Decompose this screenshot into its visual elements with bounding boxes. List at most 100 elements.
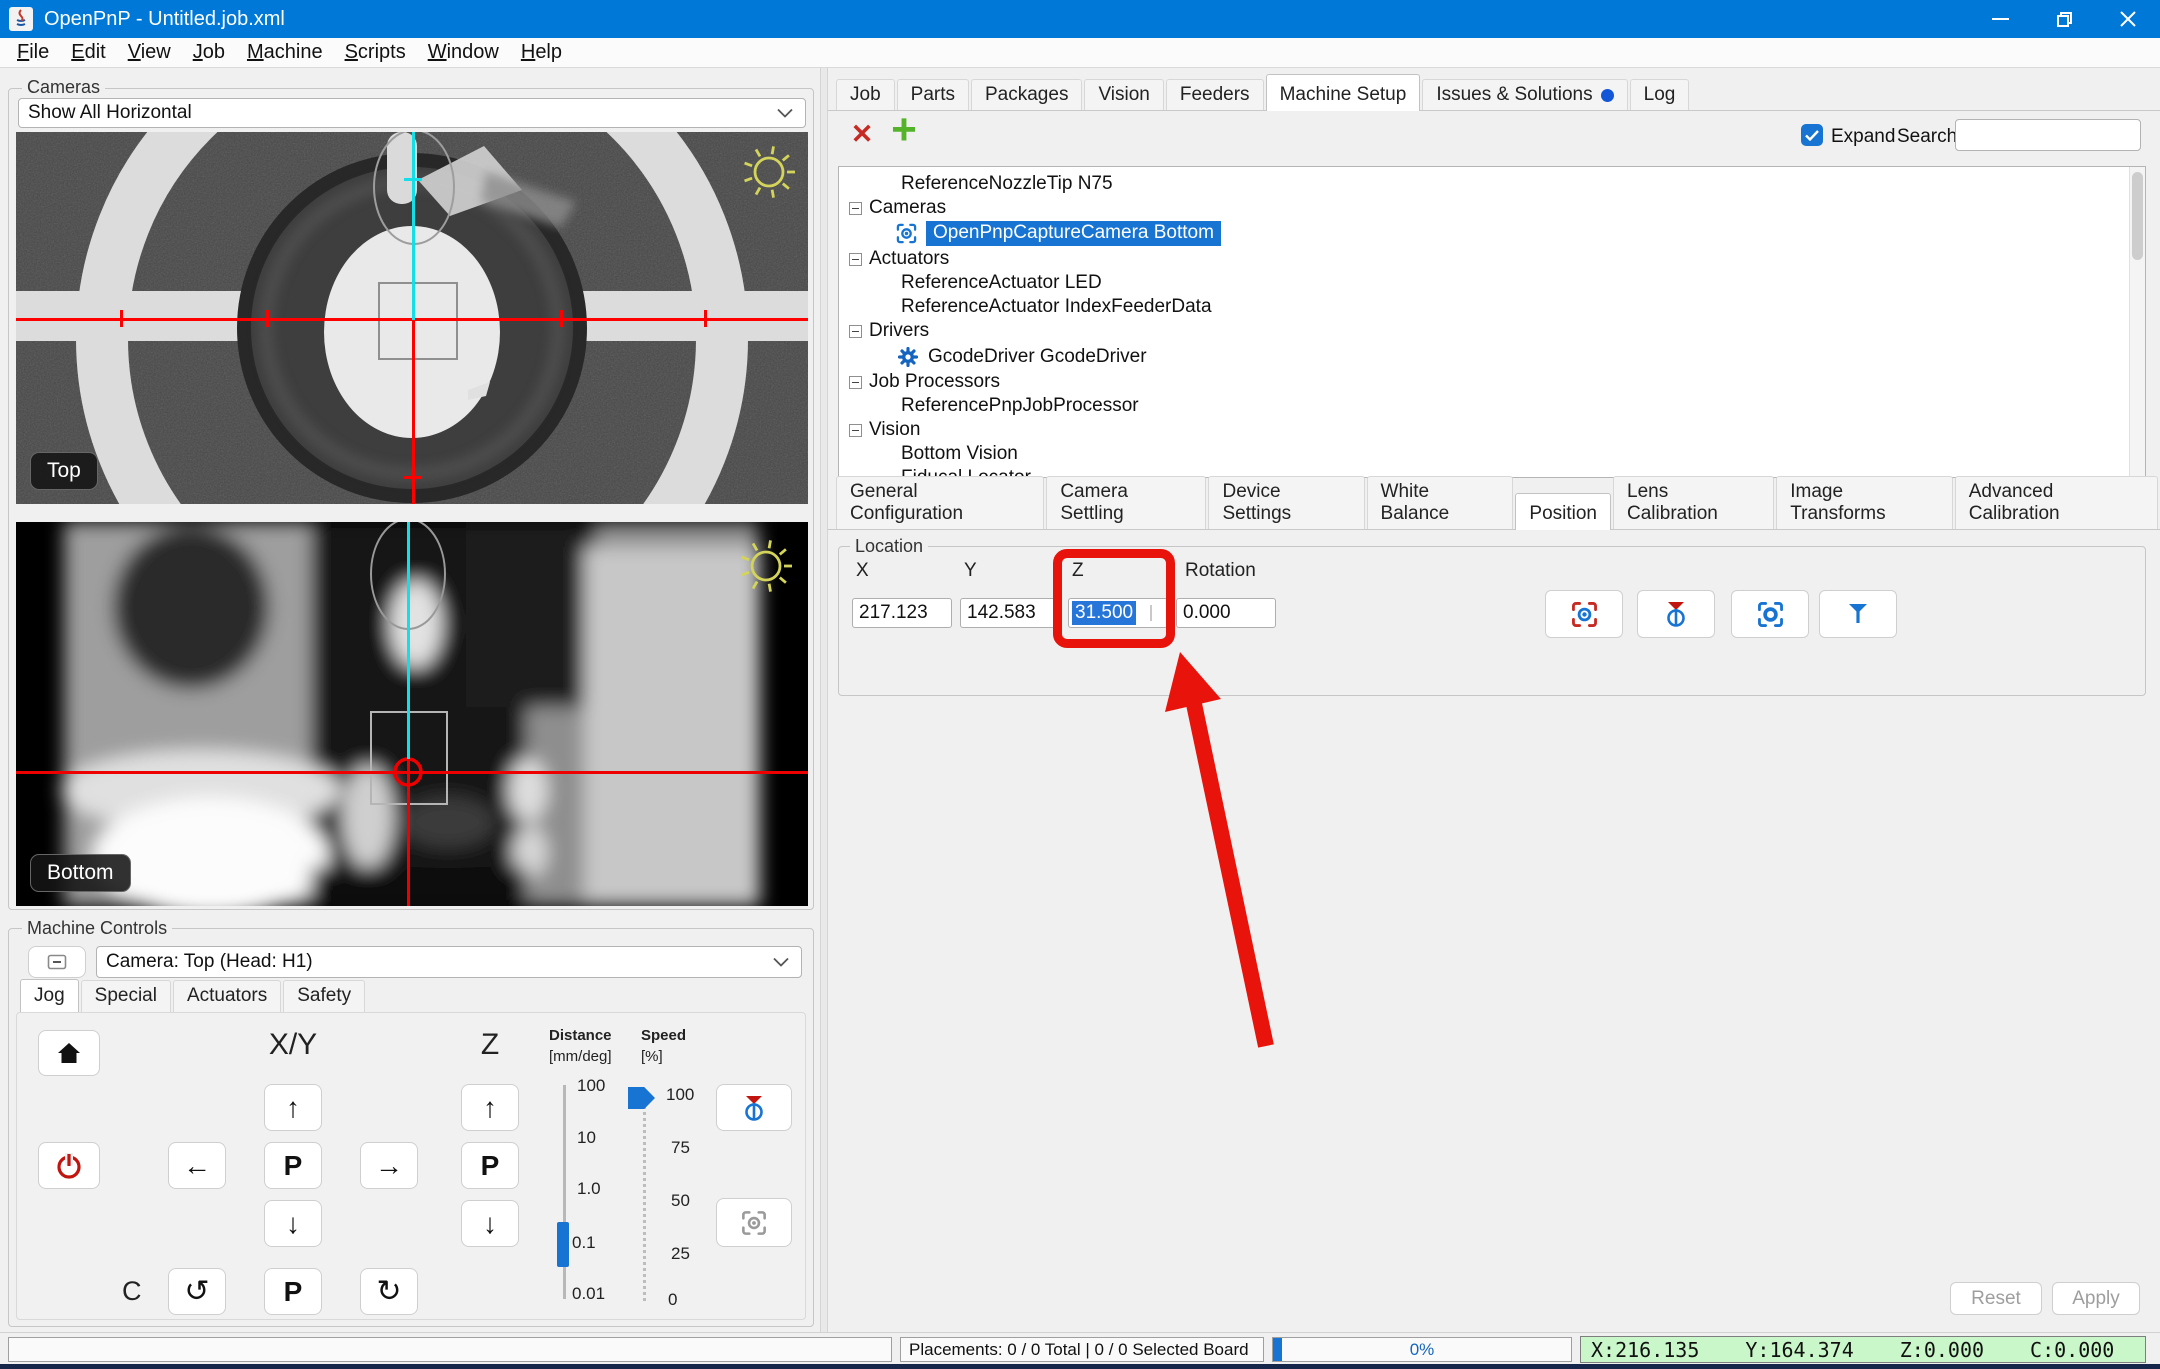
jog-y-minus-button[interactable]: ↓: [264, 1200, 322, 1247]
menu-machine[interactable]: Machine: [236, 38, 334, 68]
distance-tick-0p1: 0.1: [572, 1233, 596, 1252]
top-camera-image: [16, 132, 808, 504]
menu-view[interactable]: View: [117, 38, 182, 68]
tab-issues-solutions[interactable]: Issues & Solutions: [1422, 79, 1628, 111]
minimize-button[interactable]: [1968, 0, 2032, 38]
reset-button[interactable]: Reset: [1950, 1282, 2042, 1315]
subtab-lens-calibration[interactable]: Lens Calibration: [1613, 476, 1775, 530]
park-nozzle-button[interactable]: [716, 1084, 792, 1131]
menu-edit[interactable]: Edit: [60, 38, 116, 68]
jog-x-plus-button[interactable]: →: [360, 1142, 418, 1189]
park-c-button[interactable]: P: [264, 1268, 322, 1315]
subtab-general-configuration[interactable]: General Configuration: [836, 476, 1045, 530]
tree-item-cameras[interactable]: Cameras: [839, 196, 2145, 220]
tree-item-label-selected: OpenPnpCaptureCamera Bottom: [926, 221, 1221, 246]
dro-z: Z:0.000: [1899, 1337, 1985, 1362]
z-position-input[interactable]: 31.500: [1068, 598, 1168, 628]
capture-nozzle-location-button[interactable]: [1819, 590, 1897, 638]
tab-packages[interactable]: Packages: [971, 79, 1083, 111]
subtab-camera-settling[interactable]: Camera Settling: [1046, 476, 1207, 530]
y-position-input[interactable]: 142.583: [960, 598, 1060, 628]
tree-item-actuators[interactable]: Actuators: [839, 247, 2145, 271]
jog-z-minus-button[interactable]: ↓: [461, 1200, 519, 1247]
distance-label: Distance: [549, 1027, 612, 1044]
subtab-advanced-calibration[interactable]: Advanced Calibration: [1954, 476, 2158, 530]
tree-item-gcodedriver[interactable]: GcodeDriver GcodeDriver: [839, 343, 2145, 370]
collapse-controls-button[interactable]: [28, 946, 86, 978]
tab-job[interactable]: Job: [836, 79, 895, 111]
subtab-image-transforms[interactable]: Image Transforms: [1776, 476, 1953, 530]
search-input[interactable]: [1955, 119, 2141, 151]
tree-scrollbar-thumb[interactable]: [2132, 172, 2143, 260]
subtab-position[interactable]: Position: [1515, 493, 1612, 530]
tree-item-vision[interactable]: Vision: [839, 418, 2145, 442]
jog-c-cw-button[interactable]: ↻: [360, 1268, 418, 1315]
tab-safety[interactable]: Safety: [283, 980, 366, 1012]
tree-item-label: ReferenceNozzleTip N75: [901, 173, 1113, 194]
tab-jog[interactable]: Jog: [20, 979, 79, 1012]
panel-splitter[interactable]: [820, 68, 828, 1332]
delete-item-button[interactable]: ✕: [845, 117, 879, 151]
park-xy-button[interactable]: P: [264, 1142, 322, 1189]
status-message-field: [8, 1337, 892, 1362]
tree-item-bottom-vision[interactable]: Bottom Vision: [839, 442, 2145, 466]
collapse-expander-icon[interactable]: [849, 375, 862, 389]
camera-reticle-icon: [742, 1210, 766, 1235]
add-item-button[interactable]: +: [885, 105, 923, 154]
subtab-white-balance[interactable]: White Balance: [1366, 476, 1514, 530]
camera-view-selector[interactable]: Show All Horizontal: [18, 98, 806, 128]
main-tab-bar: Job Parts Packages Vision Feeders Machin…: [836, 74, 1691, 111]
tab-feeders[interactable]: Feeders: [1165, 79, 1264, 111]
tree-item-drivers[interactable]: Drivers: [839, 319, 2145, 343]
capture-camera-location-button[interactable]: [1731, 590, 1809, 638]
collapse-expander-icon[interactable]: [849, 201, 862, 215]
bottom-camera-view[interactable]: Bottom: [16, 522, 808, 906]
park-z-button[interactable]: P: [461, 1142, 519, 1189]
tab-log[interactable]: Log: [1629, 79, 1690, 111]
apply-button[interactable]: Apply: [2052, 1282, 2140, 1315]
menu-scripts[interactable]: Scripts: [334, 38, 417, 68]
arrow-down-icon: ↓: [286, 1207, 300, 1239]
restore-button[interactable]: [2032, 0, 2096, 38]
rotation-input[interactable]: 0.000: [1176, 598, 1276, 628]
app-icon: [9, 7, 33, 31]
collapse-expander-icon[interactable]: [849, 252, 862, 266]
x-position-input[interactable]: 217.123: [852, 598, 952, 628]
distance-slider-handle[interactable]: [557, 1222, 569, 1267]
home-button[interactable]: [38, 1030, 100, 1076]
jog-x-minus-button[interactable]: ←: [168, 1142, 226, 1189]
top-camera-view[interactable]: Top: [16, 132, 808, 504]
position-camera-gray-button[interactable]: [716, 1198, 792, 1247]
move-nozzle-to-location-button[interactable]: [1637, 590, 1715, 638]
subtab-bar-divider: [828, 529, 2160, 530]
rotation-value: 0.000: [1183, 602, 1231, 623]
tree-scrollbar[interactable]: [2129, 167, 2145, 477]
collapse-expander-icon[interactable]: [849, 423, 862, 437]
close-button[interactable]: [2096, 0, 2160, 38]
tab-special[interactable]: Special: [80, 980, 171, 1012]
tree-item-nozzletip[interactable]: ReferenceNozzleTip N75: [839, 172, 2145, 196]
jog-c-ccw-button[interactable]: ↺: [168, 1268, 226, 1315]
move-camera-to-location-button[interactable]: [1545, 590, 1623, 638]
tree-item-pnp-jobprocessor[interactable]: ReferencePnpJobProcessor: [839, 394, 2145, 418]
speed-slider-track[interactable]: [643, 1089, 646, 1301]
expand-checkbox[interactable]: [1801, 124, 1823, 146]
tab-machine-setup[interactable]: Machine Setup: [1265, 74, 1421, 111]
tree-item-job-processors[interactable]: Job Processors: [839, 370, 2145, 394]
tree-item-actuator-led[interactable]: ReferenceActuator LED: [839, 271, 2145, 295]
menu-job[interactable]: Job: [182, 38, 236, 68]
menu-help[interactable]: Help: [510, 38, 573, 68]
menu-window[interactable]: Window: [417, 38, 510, 68]
jog-y-plus-button[interactable]: ↑: [264, 1084, 322, 1131]
tree-item-capture-camera[interactable]: OpenPnpCaptureCamera Bottom: [839, 220, 2145, 247]
collapse-expander-icon[interactable]: [849, 324, 862, 338]
power-button[interactable]: [38, 1142, 100, 1189]
jog-z-plus-button[interactable]: ↑: [461, 1084, 519, 1131]
head-selector[interactable]: Camera: Top (Head: H1): [96, 946, 802, 978]
tab-vision[interactable]: Vision: [1084, 79, 1164, 111]
menu-file[interactable]: File: [6, 38, 60, 68]
subtab-device-settings[interactable]: Device Settings: [1208, 476, 1365, 530]
tree-item-actuator-indexfeeder[interactable]: ReferenceActuator IndexFeederData: [839, 295, 2145, 319]
tab-actuators[interactable]: Actuators: [172, 980, 282, 1012]
nozzle-position-icon: [1667, 602, 1685, 627]
